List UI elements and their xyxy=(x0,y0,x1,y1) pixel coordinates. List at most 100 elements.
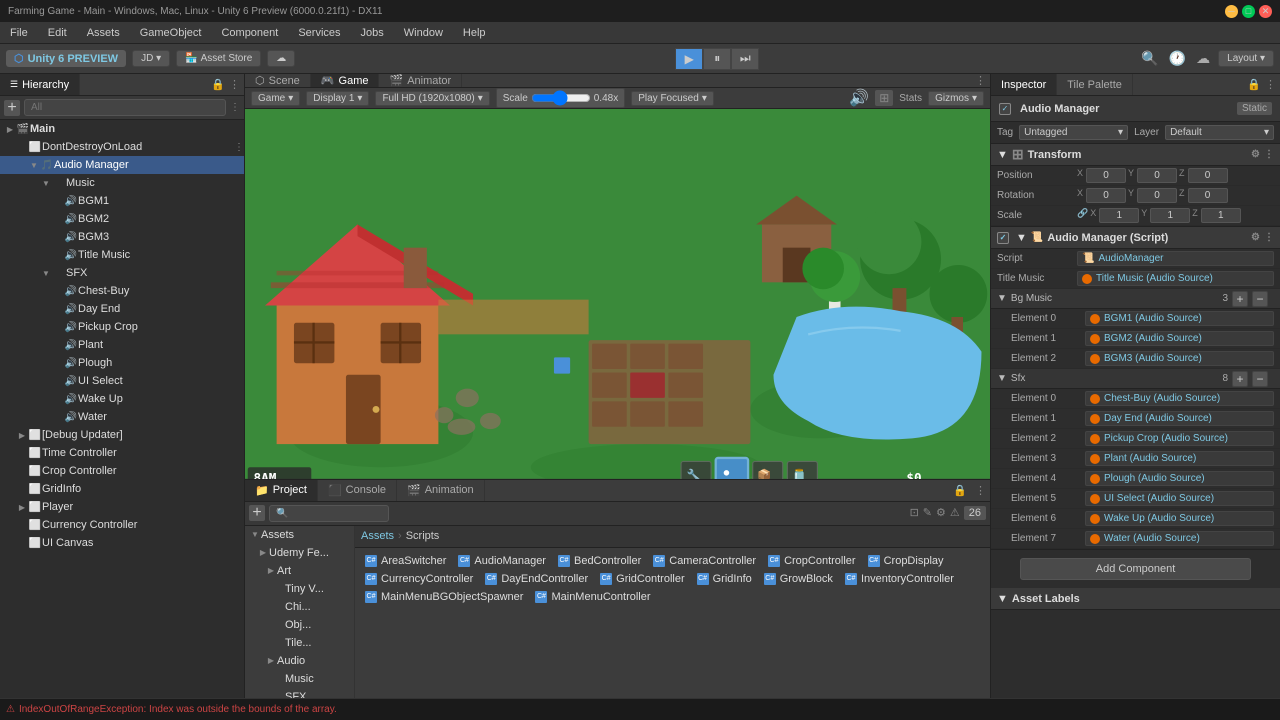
tree-item-audio[interactable]: ▶ Audio xyxy=(245,652,354,670)
tree-item-water[interactable]: 🔊 Water xyxy=(0,408,244,426)
sfx-e2-value[interactable]: Pickup Crop (Audio Source) xyxy=(1085,431,1274,446)
transform-more-icon[interactable]: ⋮ xyxy=(1264,149,1274,160)
tree-item-titlemusic[interactable]: 🔊 Title Music xyxy=(0,246,244,264)
tree-item-audiomanager[interactable]: ▼ 🎵 Audio Manager xyxy=(0,156,244,174)
sfx-plus-btn[interactable]: + xyxy=(1232,371,1248,387)
sfx-e4-value[interactable]: Plough (Audio Source) xyxy=(1085,471,1274,486)
script-dayendcontroller[interactable]: C# DayEndController xyxy=(479,570,594,588)
tree-item-chi[interactable]: Chi... xyxy=(245,598,354,616)
menu-component[interactable]: Component xyxy=(217,25,282,41)
tree-item-sfx[interactable]: ▼ SFX xyxy=(0,264,244,282)
playfocused-dropdown[interactable]: Play Focused ▾ xyxy=(631,91,714,106)
pause-button[interactable]: ⏸ xyxy=(703,48,731,70)
tree-item-bgm2[interactable]: 🔊 BGM2 xyxy=(0,210,244,228)
hierarchy-lock-icon[interactable]: 🔒 xyxy=(211,78,225,91)
sfx-e5-value[interactable]: UI Select (Audio Source) xyxy=(1085,491,1274,506)
layer-dropdown[interactable]: Default ▾ xyxy=(1165,125,1274,140)
bottom-lock-icon[interactable]: 🔒 xyxy=(953,484,967,497)
script-field-value[interactable]: 📜 AudioManager xyxy=(1077,251,1274,266)
script-currencycontroller[interactable]: C# CurrencyController xyxy=(359,570,479,588)
jd-dropdown[interactable]: JD ▾ xyxy=(132,50,170,67)
tab-console[interactable]: ⬛ Console xyxy=(318,480,397,501)
scale-dropdown[interactable]: Scale 0.48x xyxy=(496,88,625,108)
breadcrumb-assets[interactable]: Assets xyxy=(361,530,394,542)
tab-inspector[interactable]: Inspector xyxy=(991,74,1057,95)
scale-z-input[interactable] xyxy=(1201,208,1241,223)
audiomanager-enabled[interactable] xyxy=(997,232,1009,244)
hierarchy-add-button[interactable]: + xyxy=(4,100,20,116)
sfx-e1-value[interactable]: Day End (Audio Source) xyxy=(1085,411,1274,426)
history-button[interactable]: 🕐 xyxy=(1167,48,1188,69)
menu-file[interactable]: File xyxy=(6,25,32,41)
tree-item-uiselect[interactable]: 🔊 UI Select xyxy=(0,372,244,390)
tree-item-music[interactable]: ▼ Music xyxy=(0,174,244,192)
tab-project[interactable]: 📁 Project xyxy=(245,480,318,501)
tree-item-obj[interactable]: Obj... xyxy=(245,616,354,634)
scale-y-input[interactable] xyxy=(1150,208,1190,223)
sfx-e6-value[interactable]: Wake Up (Audio Source) xyxy=(1085,511,1274,526)
hierarchy-more-icon[interactable]: ⋮ xyxy=(229,78,240,91)
tree-item-bgm3[interactable]: 🔊 BGM3 xyxy=(0,228,244,246)
filter-icon-3[interactable]: ⚙ xyxy=(936,506,946,520)
audiomanager-more-icon[interactable]: ⋮ xyxy=(1264,232,1274,243)
filter-icon-2[interactable]: ✎ xyxy=(923,506,932,520)
tree-item-tinyv[interactable]: Tiny V... xyxy=(245,580,354,598)
menu-gameobject[interactable]: GameObject xyxy=(136,25,206,41)
tab-game[interactable]: 🎮 Game xyxy=(311,74,380,87)
static-badge[interactable]: Static xyxy=(1237,102,1272,115)
bgm-e1-value[interactable]: BGM2 (Audio Source) xyxy=(1085,331,1274,346)
tab-scene[interactable]: ⬡ Scene xyxy=(245,74,311,87)
hierarchy-search-input[interactable] xyxy=(24,99,226,116)
project-search-input[interactable] xyxy=(269,505,389,522)
tree-item-tile[interactable]: Tile... xyxy=(245,634,354,652)
script-areaswitcher[interactable]: C# AreaSwitcher xyxy=(359,552,452,570)
sound-icon[interactable]: 🔊 xyxy=(849,88,869,108)
tab-tilepalette[interactable]: Tile Palette xyxy=(1057,74,1133,95)
play-button[interactable]: ▶ xyxy=(675,48,703,70)
tree-item-main[interactable]: ▶ 🎬 Main xyxy=(0,120,244,138)
tree-item-plant[interactable]: 🔊 Plant xyxy=(0,336,244,354)
layout-dropdown[interactable]: Layout ▾ xyxy=(1218,50,1274,67)
asset-store-button[interactable]: 🏪 Asset Store xyxy=(176,50,261,67)
script-inventorycontroller[interactable]: C# InventoryController xyxy=(839,570,960,588)
script-audiomanager[interactable]: C# AudioManager xyxy=(452,552,552,570)
scale-x-input[interactable] xyxy=(1099,208,1139,223)
tree-item-wakeup[interactable]: 🔊 Wake Up xyxy=(0,390,244,408)
minimize-button[interactable]: ─ xyxy=(1225,5,1238,18)
hierarchy-filter-icon[interactable]: ⋮ xyxy=(230,102,240,113)
tree-item-uicanvas[interactable]: ⬜ UI Canvas xyxy=(0,534,244,552)
tree-item-cropcontroller[interactable]: ⬜ Crop Controller xyxy=(0,462,244,480)
sfx-e7-value[interactable]: Water (Audio Source) xyxy=(1085,531,1274,546)
position-z-input[interactable] xyxy=(1188,168,1228,183)
tree-item-bgm1[interactable]: 🔊 BGM1 xyxy=(0,192,244,210)
tab-animation[interactable]: 🎬 Animation xyxy=(397,480,485,501)
menu-services[interactable]: Services xyxy=(294,25,344,41)
script-cameracontroller[interactable]: C# CameraController xyxy=(647,552,762,570)
rotation-z-input[interactable] xyxy=(1188,188,1228,203)
script-gridinfo[interactable]: C# GridInfo xyxy=(691,570,758,588)
tree-item-dayend[interactable]: 🔊 Day End xyxy=(0,300,244,318)
menu-jobs[interactable]: Jobs xyxy=(357,25,388,41)
resolution-dropdown[interactable]: Full HD (1920x1080) ▾ xyxy=(375,91,489,106)
gizmos-dropdown[interactable]: Gizmos ▾ xyxy=(928,91,984,106)
menu-assets[interactable]: Assets xyxy=(83,25,124,41)
bgmusic-minus-btn[interactable]: − xyxy=(1252,291,1268,307)
search-button[interactable]: 🔍 xyxy=(1139,48,1160,69)
close-button[interactable]: ✕ xyxy=(1259,5,1272,18)
game-dropdown[interactable]: Game ▾ xyxy=(251,91,300,106)
script-cropcontroller[interactable]: C# CropController xyxy=(762,552,862,570)
audiomanager-arrow[interactable]: ▼ xyxy=(1016,232,1027,244)
script-mainmenubgspawner[interactable]: C# MainMenuBGObjectSpawner xyxy=(359,588,529,606)
filter-icon-1[interactable]: ⊡ xyxy=(910,506,919,520)
stats-icon[interactable]: ⊞ xyxy=(875,90,893,106)
audiomanager-settings-icon[interactable]: ⚙ xyxy=(1251,232,1260,243)
tree-item-player[interactable]: ▶ ⬜ Player xyxy=(0,498,244,516)
script-growblock[interactable]: C# GrowBlock xyxy=(758,570,839,588)
tree-item-art[interactable]: ▶ Art xyxy=(245,562,354,580)
bgm-e2-value[interactable]: BGM3 (Audio Source) xyxy=(1085,351,1274,366)
script-gridcontroller[interactable]: C# GridController xyxy=(594,570,690,588)
sfx-e3-value[interactable]: Plant (Audio Source) xyxy=(1085,451,1274,466)
script-cropdisplay[interactable]: C# CropDisplay xyxy=(862,552,950,570)
titlemusic-field-value[interactable]: Title Music (Audio Source) xyxy=(1077,271,1274,286)
tree-item-chestbuy[interactable]: 🔊 Chest-Buy xyxy=(0,282,244,300)
